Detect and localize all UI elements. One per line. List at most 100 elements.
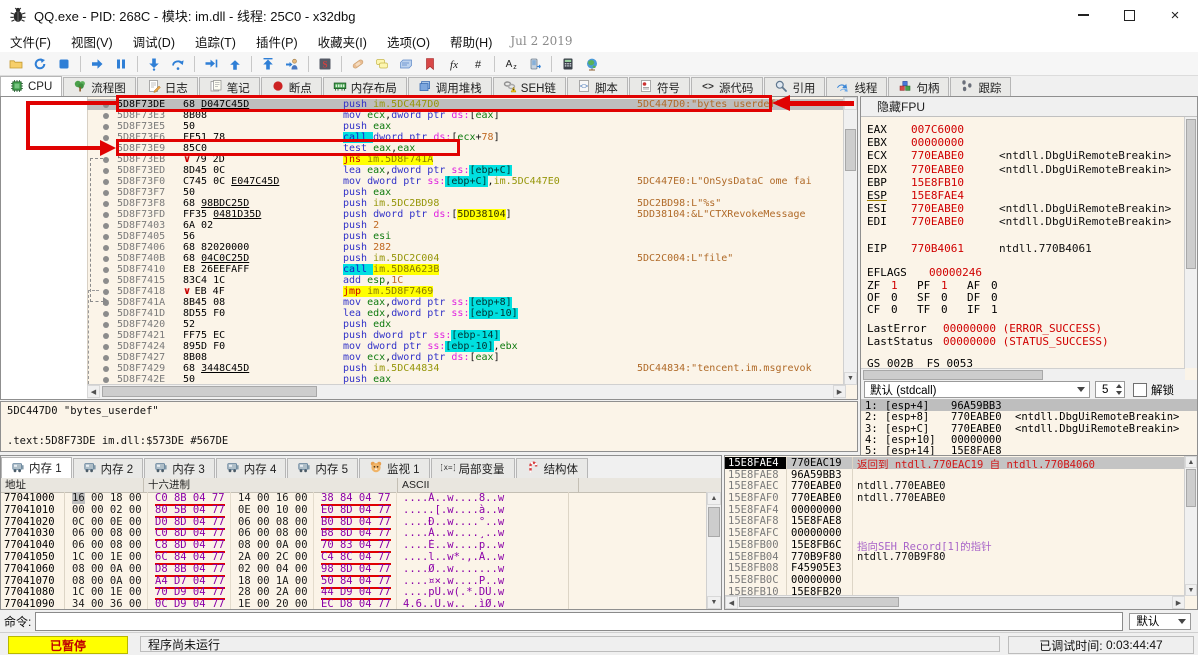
breakpoint-gutter[interactable] [87,143,117,154]
flag-value[interactable]: 0 [891,303,917,316]
scroll-left-arrow-icon[interactable]: ◀ [725,596,738,609]
dump-tab-监视 1[interactable]: 监视 1 [358,458,430,478]
dump-row[interactable]: 77041020 0C 00 0E 00 D0 8D 04 77 06 00 08 0… [1,515,707,530]
spinner-up-icon[interactable] [1116,384,1122,388]
stack-row[interactable]: 15E8FAEC 770EABE0 ntdll.770EABE0 [725,480,1185,492]
call-argument-row[interactable]: 3: [esp+C] 770EABE0 <ntdll.DbgUiRemoteBreak… [861,423,1197,435]
breakpoint-gutter[interactable] [87,297,117,308]
spinner-down-icon[interactable] [1116,391,1122,395]
breakpoint-dot-icon[interactable] [103,321,109,328]
breakpoint-dot-icon[interactable] [103,112,109,119]
call-argument-row[interactable]: 4: [esp+10] 00000000 [861,434,1197,446]
disasm-row[interactable]: 5D8F7420 52 push edx [87,319,844,330]
attach-button[interactable] [281,53,304,74]
dump-row[interactable]: 77041030 06 00 08 00 C0 8D 04 77 06 00 08 0… [1,527,707,542]
dump-tab-结构体[interactable]: 结构体 [515,458,589,478]
dump-row[interactable]: 77041000 16 00 18 00 C0 8B 04 77 14 00 16 0… [1,492,707,506]
stack-row[interactable]: 15E8FAF0 770EABE0 ntdll.770EABE0 [725,492,1185,504]
scroll-thumb[interactable] [739,597,899,607]
disasm-row[interactable]: 5D8F73FD FF35 0481D35D push dword ptr ds:[… [87,209,844,220]
register-value[interactable]: 770EABE0 [911,202,999,215]
register-row[interactable]: EAX 007C6000 [867,123,1185,136]
disasm-row[interactable]: 5D8F741D 8D55 F0 lea edx,dword ptr ss:[ebp… [87,308,844,319]
breakpoint-gutter[interactable] [87,319,117,330]
flags-row[interactable]: OF 0 SF 0 DF 0 [867,291,1185,304]
breakpoint-gutter[interactable] [87,275,117,286]
dump-row[interactable]: 77041080 1C 00 1E 00 70 D9 04 77 28 00 2A 0… [1,586,707,601]
stack-row[interactable]: 15E8FB04 770B9F80 ntdll.770B9F80 [725,550,1185,563]
disasm-horizontal-scrollbar[interactable]: ◀ ▶ [87,384,846,399]
breakpoint-gutter[interactable] [87,209,117,220]
dump-tab-内存 3[interactable]: 内存 3 [144,458,215,478]
tab-调用堆栈[interactable]: 调用堆栈 [407,77,492,97]
tab-内存布局[interactable]: 内存布局 [322,77,407,97]
function-button[interactable]: fx [443,53,466,74]
dump-header-0[interactable]: 地址 [1,478,144,492]
maximize-button[interactable] [1106,0,1152,30]
breakpoint-dot-icon[interactable] [103,233,109,240]
stack-row[interactable]: 15E8FAE4 770EAC19 返回到 ntdll.770EAC19 自 ntd… [725,457,1185,469]
breakpoint-gutter[interactable] [87,176,117,187]
call-argument-row[interactable]: 2: [esp+8] 770EABE0 <ntdll.DbgUiRemoteBreak… [861,411,1197,423]
registers-vertical-scrollbar[interactable] [1184,117,1197,368]
breakpoint-gutter[interactable] [87,286,117,297]
dump-vertical-scrollbar[interactable]: ▲ ▼ [706,492,721,609]
breakpoint-dot-icon[interactable] [103,134,109,141]
dump-tab-内存 4[interactable]: 内存 4 [215,458,287,478]
scroll-thumb[interactable] [102,386,317,397]
tab-流程图[interactable]: 流程图 [63,77,136,97]
breakpoint-dot-icon[interactable] [103,101,109,108]
scroll-up-arrow-icon[interactable]: ▲ [844,97,857,110]
scroll-thumb[interactable] [1186,469,1196,507]
disasm-row[interactable]: 5D8F7429 68 3448C45D push im.5DC44834 5DC44… [87,363,844,374]
register-row[interactable]: EBP 15E8FB10 [867,176,1185,189]
breakpoint-gutter[interactable] [87,308,117,319]
disasm-row[interactable]: 5D8F73EB ∨ 79 2D jns im.5D8F741A [87,154,844,165]
scroll-up-arrow-icon[interactable]: ▲ [1185,456,1197,468]
call-argument-row[interactable]: 1: [esp+4] 96A59BB3 [861,400,1197,412]
scroll-thumb[interactable] [845,129,856,171]
register-row[interactable]: EIP 770B4061 ntdll.770B4061 [867,242,1185,255]
breakpoint-dot-icon[interactable] [103,178,109,185]
dump-row[interactable]: 77041070 08 00 0A 00 A4 D7 04 77 18 00 1A 0… [1,574,707,589]
dump-row[interactable]: 77041060 08 00 0A 00 D8 8B 04 77 02 00 04 0… [1,562,707,577]
eflags-row[interactable]: EFLAGS 00000246 [867,266,1185,279]
flags-row[interactable]: CF 0 TF 0 IF 1 [867,303,1185,316]
dump-row[interactable]: 77041050 1C 00 1E 00 6C 84 04 77 2A 00 2C 0… [1,550,707,565]
calling-convention-select[interactable]: 默认 (stdcall) [864,381,1090,398]
scroll-right-arrow-icon[interactable]: ▶ [833,385,846,398]
disasm-row[interactable]: 5D8F73E9 85C0 test eax,eax [87,143,844,154]
stack-vertical-scrollbar[interactable]: ▲ ▼ [1184,456,1197,596]
register-value[interactable]: 00000000 [911,136,999,149]
breakpoint-gutter[interactable] [87,253,117,264]
dump-header-1[interactable]: 十六进制 [144,478,398,492]
breakpoint-dot-icon[interactable] [103,123,109,130]
scroll-thumb[interactable] [1186,119,1196,269]
disasm-row[interactable]: 5D8F7418 ∨ EB 4F jmp im.5D8F7469 [87,286,844,297]
tab-引用[interactable]: 引用 [764,77,826,97]
bookmark-button[interactable] [419,53,442,74]
register-value[interactable]: 770B4061 [911,242,999,255]
disasm-row[interactable]: 5D8F7403 6A 02 push 2 [87,220,844,231]
breakpoint-dot-icon[interactable] [103,145,109,152]
disasm-row[interactable]: 5D8F741A 8B45 08 mov eax,dword ptr ss:[ebp… [87,297,844,308]
breakpoint-gutter[interactable] [87,99,117,110]
breakpoint-gutter[interactable] [87,198,117,209]
dump-tab-内存 1[interactable]: 内存 1 [1,457,72,478]
pause-button[interactable] [110,53,133,74]
breakpoint-dot-icon[interactable] [103,244,109,251]
disasm-row[interactable]: 5D8F7410 E8 26EEFAFF call im.5D8A623B [87,264,844,275]
breakpoint-gutter[interactable] [87,220,117,231]
breakpoint-gutter[interactable] [87,330,117,341]
breakpoint-dot-icon[interactable] [103,167,109,174]
az-button[interactable]: Az [500,53,523,74]
argument-count-stepper[interactable]: 5 [1095,381,1125,398]
disasm-row[interactable]: 5D8F7424 895D F0 mov dword ptr ss:[ebp-10]… [87,341,844,352]
breakpoint-gutter[interactable] [87,242,117,253]
menu-item-选项(O)[interactable]: 选项(O) [377,32,440,51]
comment-button[interactable] [371,53,394,74]
disasm-row[interactable]: 5D8F73E3 8B08 mov ecx,dword ptr ds:[eax] [87,110,844,121]
open-button[interactable] [5,53,28,74]
breakpoint-dot-icon[interactable] [103,343,109,350]
scroll-thumb[interactable] [708,507,720,537]
